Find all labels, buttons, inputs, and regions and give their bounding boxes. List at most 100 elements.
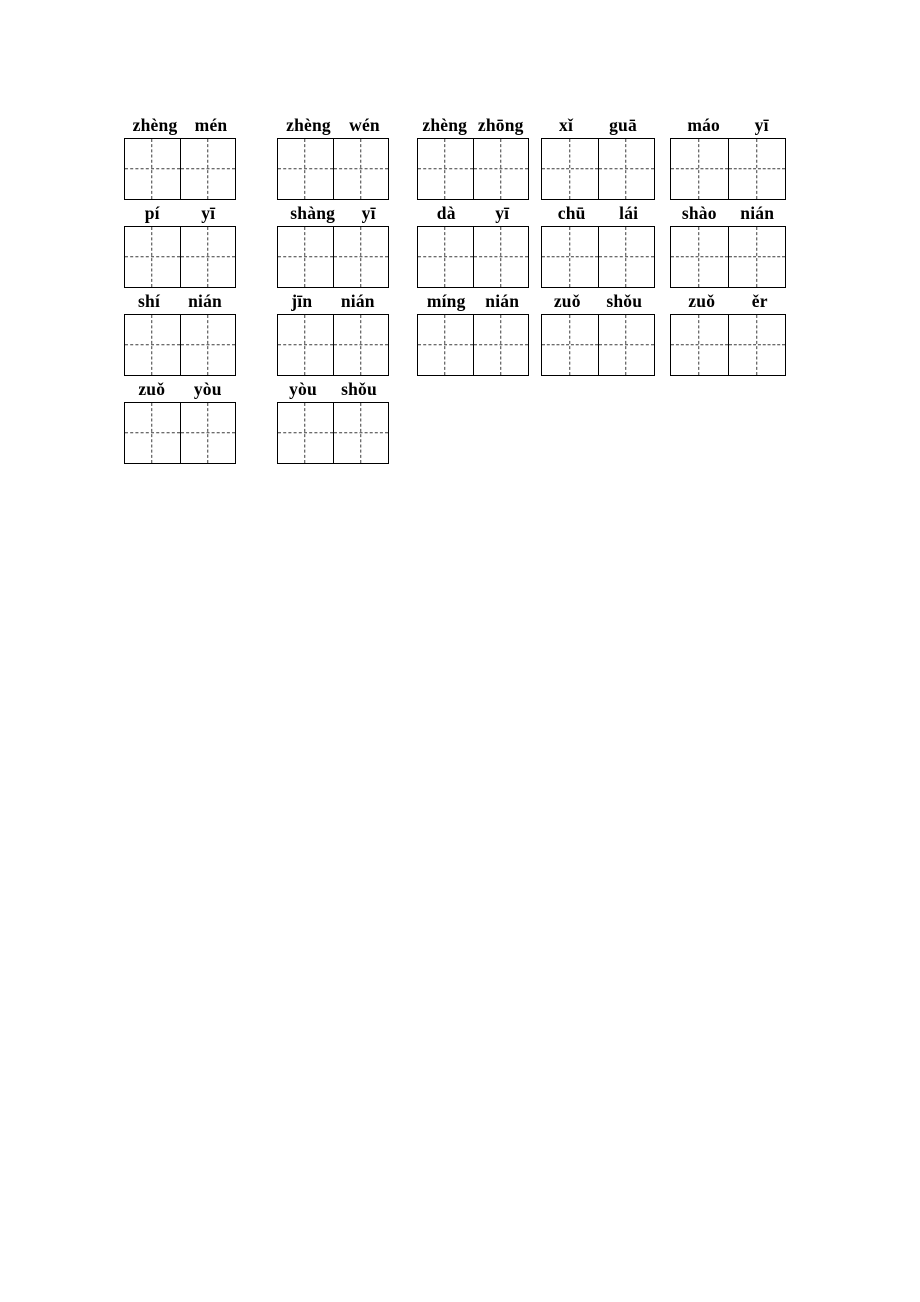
pinyin-syllable: yī [495,203,510,223]
pinyin-label: shàng yī [277,200,389,226]
tian-zi-ge-box[interactable] [541,314,655,376]
pinyin-syllable: shí [138,291,161,311]
pinyin-syllable: yī [754,115,769,135]
character-write-cell[interactable] [125,403,180,463]
pinyin-label: xǐ guā [541,112,655,138]
character-write-cell[interactable] [278,227,333,287]
character-write-cell[interactable] [542,315,598,375]
tian-zi-ge-box[interactable] [124,314,236,376]
character-write-cell[interactable] [542,139,598,199]
tian-zi-ge-box[interactable] [417,226,529,288]
character-write-cell[interactable] [597,139,655,199]
pinyin-label-line: shí nián jīn nián míng nián zuǒ shǒu zuǒ ěr [124,288,824,314]
pinyin-syllable: míng [426,291,466,311]
pinyin-syllable: zuǒ [688,291,716,311]
pinyin-label: zuǒ ěr [670,288,786,314]
grid-box-line [124,402,824,464]
tian-zi-ge-box[interactable] [417,138,529,200]
character-write-cell[interactable] [179,139,236,199]
character-write-cell[interactable] [278,139,333,199]
pinyin-syllable: shàng [290,203,336,223]
tian-zi-ge-box[interactable] [277,226,389,288]
character-write-cell[interactable] [671,315,728,375]
character-write-cell[interactable] [597,315,655,375]
tian-zi-ge-box[interactable] [277,314,389,376]
pinyin-syllable: lái [619,203,639,223]
pinyin-label-line: pí yī shàng yī dà yī chū lái shào nián [124,200,824,226]
tian-zi-ge-box[interactable] [277,402,389,464]
pinyin-syllable: wén [349,115,380,135]
pinyin-syllable: zhèng [132,115,178,135]
character-write-cell[interactable] [179,403,236,463]
tian-zi-ge-box[interactable] [124,402,236,464]
tian-zi-ge-box[interactable] [670,138,786,200]
character-write-cell[interactable] [472,139,529,199]
pinyin-syllable: zuǒ [553,291,581,311]
pinyin-syllable: yòu [193,379,222,399]
pinyin-label: pí yī [124,200,236,226]
pinyin-syllable: pí [144,203,160,223]
character-write-cell[interactable] [671,139,728,199]
pinyin-syllable: ěr [751,291,768,311]
pinyin-label: jīn nián [277,288,389,314]
pinyin-label: míng nián [417,288,529,314]
tian-zi-ge-box[interactable] [670,226,786,288]
pinyin-syllable: yòu [289,379,317,399]
character-write-cell[interactable] [727,139,786,199]
pinyin-syllable: jīn [291,291,313,311]
character-write-cell[interactable] [125,227,180,287]
pinyin-label: zuǒ yòu [124,376,236,402]
pinyin-label: zhèng wén [277,112,389,138]
pinyin-label: yòu shǒu [277,376,389,402]
pinyin-syllable: zuǒ [138,379,166,399]
character-write-cell[interactable] [179,315,236,375]
pinyin-syllable: shào [681,203,717,223]
worksheet-row: shí nián jīn nián míng nián zuǒ shǒu zuǒ ěr [124,288,824,376]
pinyin-label: zuǒ shǒu [541,288,655,314]
pinyin-practice-grid: zhèng mén zhèng wén zhèng zhōng xǐ guā máo yī pí yī… [124,112,824,464]
pinyin-syllable: nián [340,291,375,311]
tian-zi-ge-box[interactable] [417,314,529,376]
character-write-cell[interactable] [418,315,473,375]
character-write-cell[interactable] [472,315,529,375]
character-write-cell[interactable] [332,403,389,463]
tian-zi-ge-box[interactable] [541,226,655,288]
character-write-cell[interactable] [727,315,786,375]
pinyin-syllable: zhèng [286,115,331,135]
tian-zi-ge-box[interactable] [124,226,236,288]
character-write-cell[interactable] [418,227,473,287]
character-write-cell[interactable] [125,139,180,199]
pinyin-syllable: máo [687,115,720,135]
character-write-cell[interactable] [597,227,655,287]
character-write-cell[interactable] [418,139,473,199]
pinyin-label: shí nián [124,288,236,314]
pinyin-label: zhèng zhōng [417,112,529,138]
character-write-cell[interactable] [125,315,180,375]
pinyin-label: dà yī [417,200,529,226]
pinyin-syllable: yī [201,203,216,223]
character-write-cell[interactable] [332,227,389,287]
pinyin-syllable: shǒu [606,291,643,311]
worksheet-page: zhèng mén zhèng wén zhèng zhōng xǐ guā máo yī pí yī… [0,0,920,1302]
pinyin-label: zhèng mén [124,112,236,138]
character-write-cell[interactable] [727,227,786,287]
pinyin-syllable: shǒu [341,379,377,399]
tian-zi-ge-box[interactable] [277,138,389,200]
tian-zi-ge-box[interactable] [124,138,236,200]
character-write-cell[interactable] [332,315,389,375]
character-write-cell[interactable] [179,227,236,287]
worksheet-row: zhèng mén zhèng wén zhèng zhōng xǐ guā máo yī [124,112,824,200]
pinyin-label: shào nián [670,200,786,226]
character-write-cell[interactable] [278,403,333,463]
tian-zi-ge-box[interactable] [670,314,786,376]
pinyin-syllable: mén [194,115,228,135]
pinyin-label-line: zhèng mén zhèng wén zhèng zhōng xǐ guā máo yī [124,112,824,138]
character-write-cell[interactable] [278,315,333,375]
character-write-cell[interactable] [542,227,598,287]
tian-zi-ge-box[interactable] [541,138,655,200]
character-write-cell[interactable] [332,139,389,199]
pinyin-syllable: nián [740,203,775,223]
pinyin-syllable: zhōng [477,115,524,135]
character-write-cell[interactable] [671,227,728,287]
character-write-cell[interactable] [472,227,529,287]
